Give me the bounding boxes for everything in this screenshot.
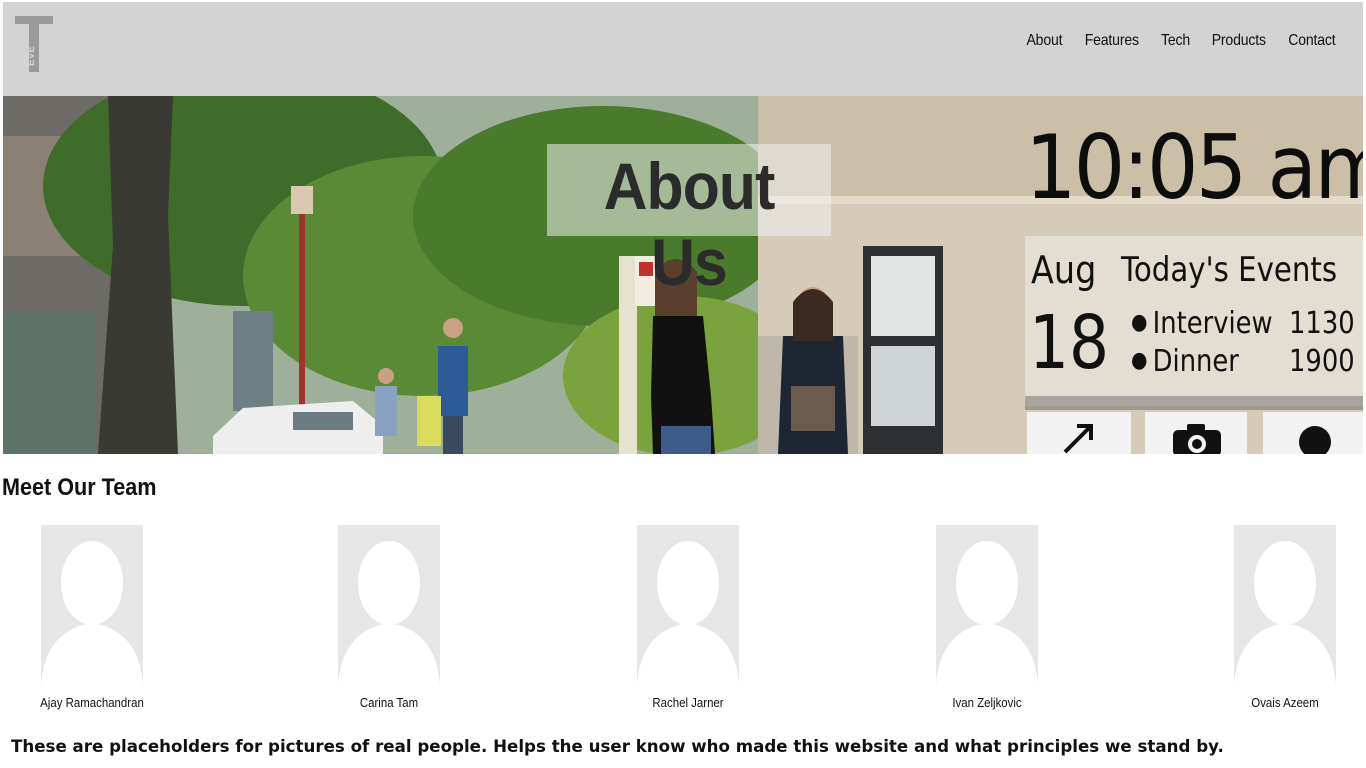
avatar-placeholder: [338, 525, 440, 685]
avatar-placeholder: [637, 525, 739, 685]
mirror-event-time: 1130: [1289, 306, 1355, 341]
main-nav: About Features Tech Products Contact: [1016, 32, 1347, 50]
member-name: Ivan Zeljkovic: [952, 695, 1022, 710]
mirror-event: ● Interview: [1131, 306, 1273, 341]
camera-icon[interactable]: [1171, 422, 1223, 454]
mirror-event: ● Dinner: [1131, 344, 1239, 379]
avatar-placeholder: [936, 525, 1038, 685]
user-icon[interactable]: [1297, 424, 1333, 454]
member-name: Ovais Azeem: [1251, 695, 1319, 710]
nav-tech[interactable]: Tech: [1154, 32, 1197, 50]
nav-contact[interactable]: Contact: [1281, 32, 1342, 50]
mirror-event-time: 1900: [1289, 344, 1355, 379]
member-name: Ajay Ramachandran: [40, 695, 144, 710]
placeholder-note: These are placeholders for pictures of r…: [11, 737, 1224, 757]
team-heading: Meet Our Team: [2, 474, 157, 501]
mirror-month: Aug: [1031, 248, 1097, 292]
nav-features[interactable]: Features: [1078, 32, 1146, 50]
mirror-event-name: Dinner: [1152, 344, 1239, 379]
avatar-placeholder: [1234, 525, 1336, 685]
mirror-time: 10:05 am: [1025, 116, 1363, 219]
eve-logo[interactable]: EVE: [15, 16, 55, 72]
svg-text:EVE: EVE: [26, 46, 37, 66]
nav-products[interactable]: Products: [1204, 32, 1272, 50]
page-title: About Us: [603, 149, 776, 299]
about-title-box: About Us: [547, 144, 831, 299]
avatar-placeholder: [41, 525, 143, 685]
mirror-event-name: Interview: [1152, 306, 1273, 341]
member-name: Carina Tam: [359, 695, 419, 710]
mirror-events-title: Today's Events: [1121, 250, 1338, 290]
hero-banner: About Us 10:05 am Aug 18 Today's Events …: [3, 96, 1363, 454]
member-name: Rachel Jarner: [652, 695, 724, 710]
site-header: EVE About Features Tech Products Contact: [3, 2, 1363, 96]
expand-arrow-icon[interactable]: [1059, 418, 1099, 454]
nav-about[interactable]: About: [1020, 32, 1070, 50]
mirror-day: 18: [1029, 300, 1110, 386]
